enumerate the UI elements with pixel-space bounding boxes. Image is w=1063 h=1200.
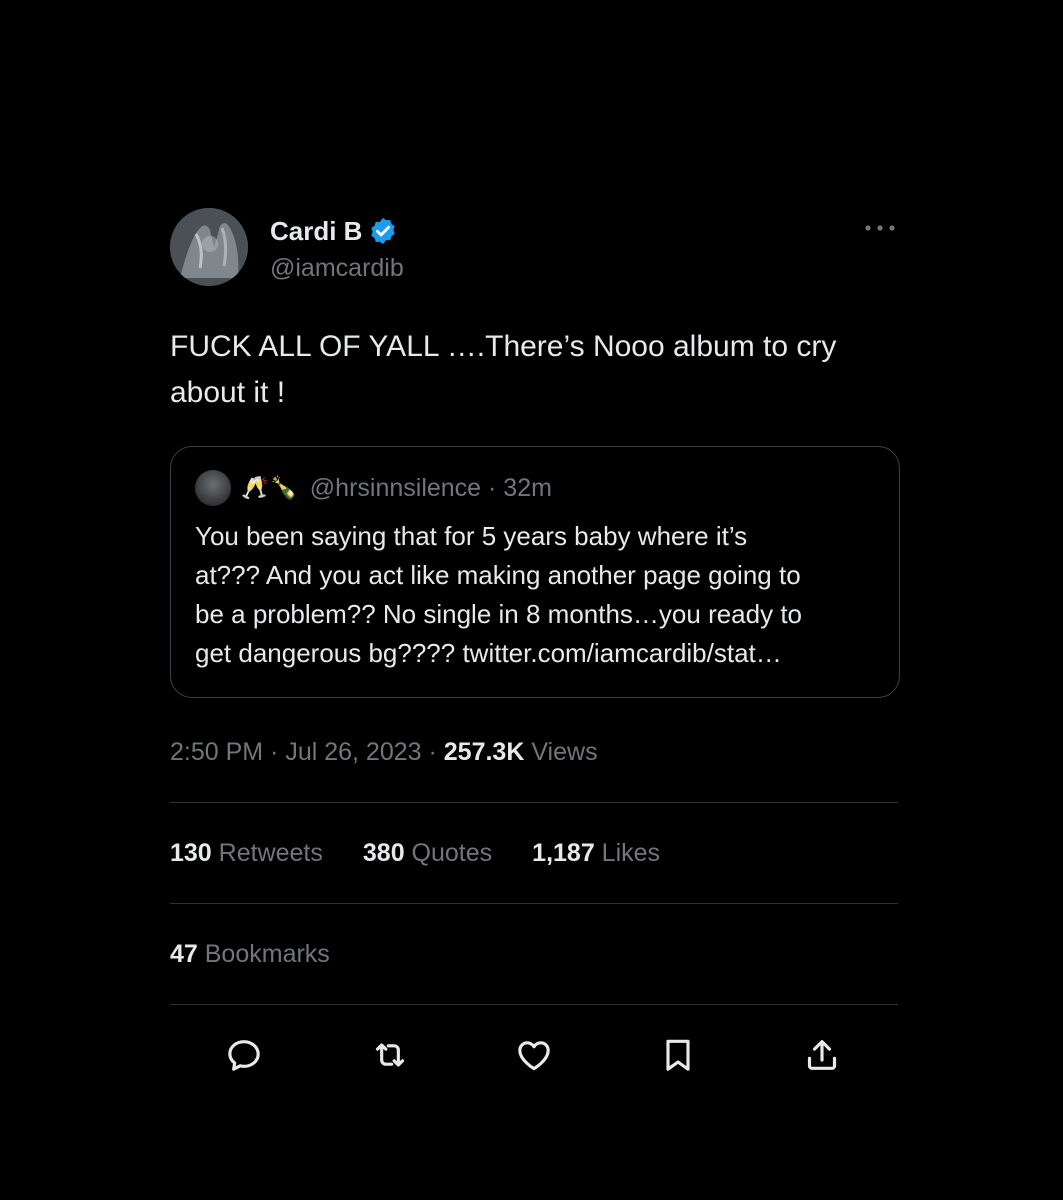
- like-button[interactable]: [514, 1035, 554, 1075]
- quotes-stat[interactable]: 380 Quotes: [363, 839, 492, 868]
- reply-button[interactable]: [224, 1035, 264, 1075]
- bookmark-stats: 47 Bookmarks: [170, 904, 898, 1004]
- action-bar: [170, 1005, 898, 1105]
- likes-stat[interactable]: 1,187 Likes: [532, 839, 660, 868]
- quoted-tweet-text: You been saying that for 5 years baby wh…: [195, 517, 875, 673]
- quotes-count: 380: [362, 838, 405, 867]
- quoted-tweet[interactable]: 🥂🍾 @hrsinnsilence · 32m You been saying …: [170, 446, 900, 698]
- likes-count: 1,187: [532, 838, 595, 867]
- reply-icon: [228, 1040, 260, 1071]
- tweet-header: Cardi B @iamcardib: [170, 208, 898, 288]
- author-info: Cardi B @iamcardib: [270, 214, 404, 283]
- quoted-handle-time: @hrsinnsilence · 32m: [309, 473, 552, 502]
- timestamp[interactable]: 2:50 PM · Jul 26, 2023 ·: [170, 738, 444, 766]
- verified-badge-icon[interactable]: [368, 216, 398, 246]
- views-label[interactable]: Views: [524, 738, 597, 766]
- quoted-tweet-header: 🥂🍾 @hrsinnsilence · 32m: [195, 469, 875, 507]
- tweet-text-line: about it !: [170, 376, 286, 409]
- quoted-display-name-emoji: 🥂🍾: [241, 475, 300, 500]
- quoted-text-line: get dangerous bg???? twitter.com/iamcard…: [195, 638, 782, 668]
- share-button[interactable]: [802, 1035, 842, 1075]
- retweet-icon: [375, 1043, 405, 1067]
- more-horizontal-icon[interactable]: [864, 222, 896, 234]
- views-count: 257.3K: [443, 738, 525, 766]
- quoted-avatar: [195, 470, 231, 506]
- tweet-text-line: FUCK ALL OF YALL ….There’s Nooo album to…: [170, 330, 837, 363]
- quoted-text-line: You been saying that for 5 years baby wh…: [195, 521, 748, 551]
- bookmarks-label: Bookmarks: [197, 939, 330, 968]
- engagement-stats: 130 Retweets 380 Quotes 1,187 Likes: [170, 803, 898, 903]
- share-icon: [807, 1040, 837, 1070]
- retweets-label: Retweets: [211, 838, 323, 867]
- quoted-text-line: be a problem?? No single in 8 months…you…: [195, 599, 803, 629]
- retweets-stat[interactable]: 130 Retweets: [170, 839, 323, 868]
- display-name[interactable]: Cardi B: [270, 216, 362, 247]
- likes-label: Likes: [594, 838, 661, 867]
- bookmark-button[interactable]: [658, 1035, 698, 1075]
- name-row: Cardi B: [270, 214, 404, 248]
- bookmarks-stat[interactable]: 47 Bookmarks: [170, 940, 330, 969]
- author-handle[interactable]: @iamcardib: [270, 254, 404, 283]
- avatar[interactable]: [170, 208, 248, 286]
- tweet-meta: 2:50 PM · Jul 26, 2023 · 257.3K Views: [170, 732, 898, 772]
- tweet-text: FUCK ALL OF YALL ….There’s Nooo album to…: [170, 324, 898, 416]
- bookmark-icon: [666, 1039, 690, 1071]
- tweet: Cardi B @iamcardib FUCK ALL OF YALL ….Th…: [170, 208, 900, 1105]
- quoted-text-line: at??? And you act like making another pa…: [195, 560, 801, 590]
- like-icon: [518, 1041, 550, 1071]
- retweets-count: 130: [170, 838, 212, 867]
- bookmarks-count: 47: [170, 939, 198, 968]
- retweet-button[interactable]: [370, 1035, 410, 1075]
- quotes-label: Quotes: [404, 838, 493, 867]
- avatar-image: [170, 208, 248, 286]
